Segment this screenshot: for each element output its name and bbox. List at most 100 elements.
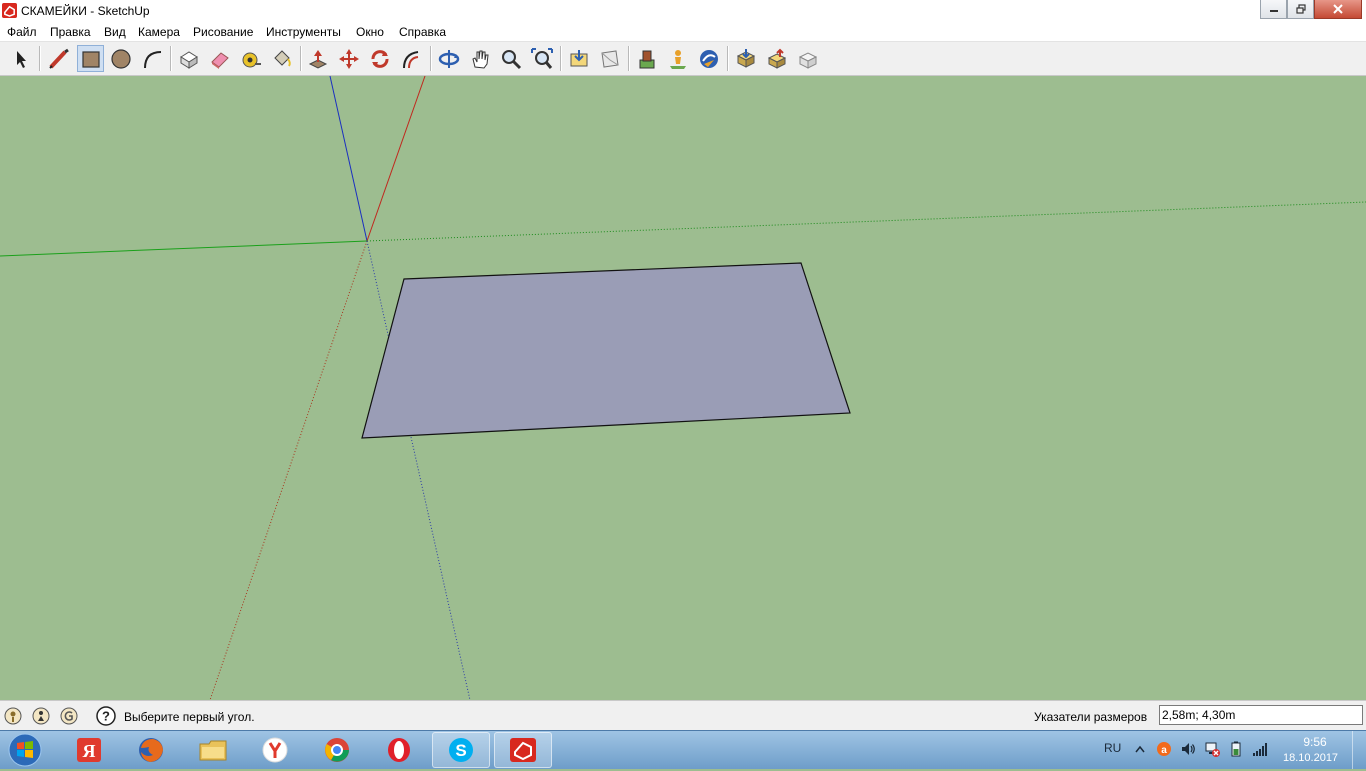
restore-button[interactable]: [1287, 0, 1314, 19]
zoom-tool[interactable]: [497, 45, 524, 72]
language-indicator[interactable]: RU: [1104, 741, 1121, 755]
menu-draw[interactable]: Рисование: [193, 25, 253, 39]
google-earth-icon: [699, 49, 718, 68]
orbit-tool[interactable]: [435, 45, 462, 72]
svg-text:Я: Я: [83, 741, 96, 761]
eraser-tool[interactable]: [206, 45, 233, 72]
taskbar-yandex[interactable]: Я: [60, 732, 118, 768]
modeling-viewport[interactable]: [0, 75, 1366, 701]
orbit-icon: [438, 49, 459, 68]
rectangle-tool[interactable]: [77, 45, 104, 72]
minimize-icon: [1269, 10, 1278, 12]
share-model-tool[interactable]: [596, 45, 623, 72]
add-location-icon: [669, 49, 686, 69]
select-tool[interactable]: [7, 45, 34, 72]
zoom-extents-tool[interactable]: [528, 45, 555, 72]
clock-time[interactable]: 9:56: [1300, 735, 1330, 749]
network-disconnected-icon[interactable]: [1204, 741, 1220, 757]
menu-camera[interactable]: Камера: [138, 25, 180, 39]
measurements-label: Указатели размеров: [1034, 710, 1148, 724]
circle-tool[interactable]: [107, 45, 134, 72]
tape-measure-icon: [242, 52, 261, 67]
menu-help[interactable]: Справка: [399, 25, 446, 39]
windows-taskbar: Я S RU a 9:56 18.10.2017: [0, 730, 1366, 769]
menu-window[interactable]: Окно: [356, 25, 384, 39]
signal-strength-icon[interactable]: [1252, 741, 1268, 757]
svg-text:a: a: [1161, 745, 1167, 756]
zoom-icon: [501, 49, 521, 69]
get-models-icon: [570, 49, 587, 66]
taskbar-explorer[interactable]: [184, 732, 242, 768]
pan-tool[interactable]: [466, 45, 493, 72]
circle-tool-icon: [110, 48, 131, 69]
taskbar-chrome[interactable]: [308, 732, 366, 768]
volume-icon[interactable]: [1180, 741, 1196, 757]
minimize-button[interactable]: [1260, 0, 1287, 19]
eraser-icon: [210, 51, 229, 69]
restore-icon: [1295, 4, 1306, 14]
show-hidden-icons-icon[interactable]: [1135, 745, 1145, 753]
sketchup-icon: [510, 738, 536, 762]
menu-bar: Файл Правка Вид Камера Рисование Инструм…: [0, 22, 1366, 42]
component-warehouse-tool[interactable]: [633, 45, 660, 72]
avast-tray-icon[interactable]: a: [1156, 741, 1172, 757]
taskbar-skype[interactable]: S: [432, 732, 490, 768]
add-location-tool[interactable]: [664, 45, 691, 72]
start-button[interactable]: [6, 732, 44, 768]
taskbar-yandex-browser[interactable]: [246, 732, 304, 768]
viewport-canvas[interactable]: [0, 75, 1366, 701]
taskbar-sketchup[interactable]: [494, 732, 552, 768]
menu-file[interactable]: Файл: [7, 25, 37, 39]
skype-icon: S: [449, 738, 473, 762]
show-desktop-button[interactable]: [1352, 731, 1366, 769]
extension-warehouse-icon: [798, 51, 817, 69]
sketchup-app-icon: [2, 3, 17, 18]
taskbar-firefox[interactable]: [122, 732, 180, 768]
extension-warehouse-tool[interactable]: [794, 45, 821, 72]
window-title: СКАМЕЙКИ - SketchUp: [21, 4, 150, 18]
yandex-app-icon: Я: [77, 738, 101, 762]
get-models-3d-tool[interactable]: [732, 45, 759, 72]
share-component-tool[interactable]: [763, 45, 790, 72]
status-bar: ? Выберите первый угол. Указатели размер…: [0, 700, 1366, 731]
rectangle-tool-icon: [81, 50, 100, 68]
red-axis-negative: [209, 240, 368, 701]
tape-measure-tool[interactable]: [237, 45, 264, 72]
share-component-icon: [767, 48, 786, 69]
svg-text:?: ?: [102, 709, 110, 724]
taskbar-opera[interactable]: [370, 732, 428, 768]
arc-tool[interactable]: [138, 45, 165, 72]
geo-location-icon[interactable]: [4, 707, 22, 725]
measurements-input[interactable]: [1159, 705, 1363, 725]
arc-tool-icon: [143, 50, 161, 68]
help-icon[interactable]: ?: [96, 706, 116, 726]
close-button[interactable]: [1314, 0, 1362, 19]
menu-edit[interactable]: Правка: [50, 25, 91, 39]
line-tool-icon: [48, 48, 69, 69]
rotate-tool[interactable]: [366, 45, 393, 72]
make-component-tool[interactable]: [175, 45, 202, 72]
share-model-icon: [600, 49, 619, 68]
green-axis-positive: [0, 240, 368, 257]
user-account-icon[interactable]: [60, 707, 78, 725]
battery-icon[interactable]: [1230, 741, 1242, 757]
line-tool[interactable]: [45, 45, 72, 72]
firefox-icon: [139, 738, 163, 762]
clock-date[interactable]: 18.10.2017: [1283, 752, 1338, 764]
window-titlebar: СКАМЕЙКИ - SketchUp: [0, 0, 1366, 22]
get-models-tool[interactable]: [565, 45, 592, 72]
credits-icon[interactable]: [32, 707, 50, 725]
zoom-extents-icon: [530, 47, 553, 69]
offset-tool[interactable]: [397, 45, 424, 72]
move-tool[interactable]: [335, 45, 362, 72]
push-pull-tool[interactable]: [304, 45, 331, 72]
status-message: Выберите первый угол.: [124, 710, 255, 724]
menu-view[interactable]: Вид: [104, 25, 126, 39]
main-toolbar: [0, 42, 1366, 76]
menu-tools[interactable]: Инструменты: [266, 25, 341, 39]
rectangle-face[interactable]: [361, 262, 851, 439]
paint-bucket-tool[interactable]: [268, 45, 295, 72]
google-earth-tool[interactable]: [695, 45, 722, 72]
windows-start-icon: [8, 733, 42, 767]
paint-bucket-icon: [273, 49, 291, 67]
